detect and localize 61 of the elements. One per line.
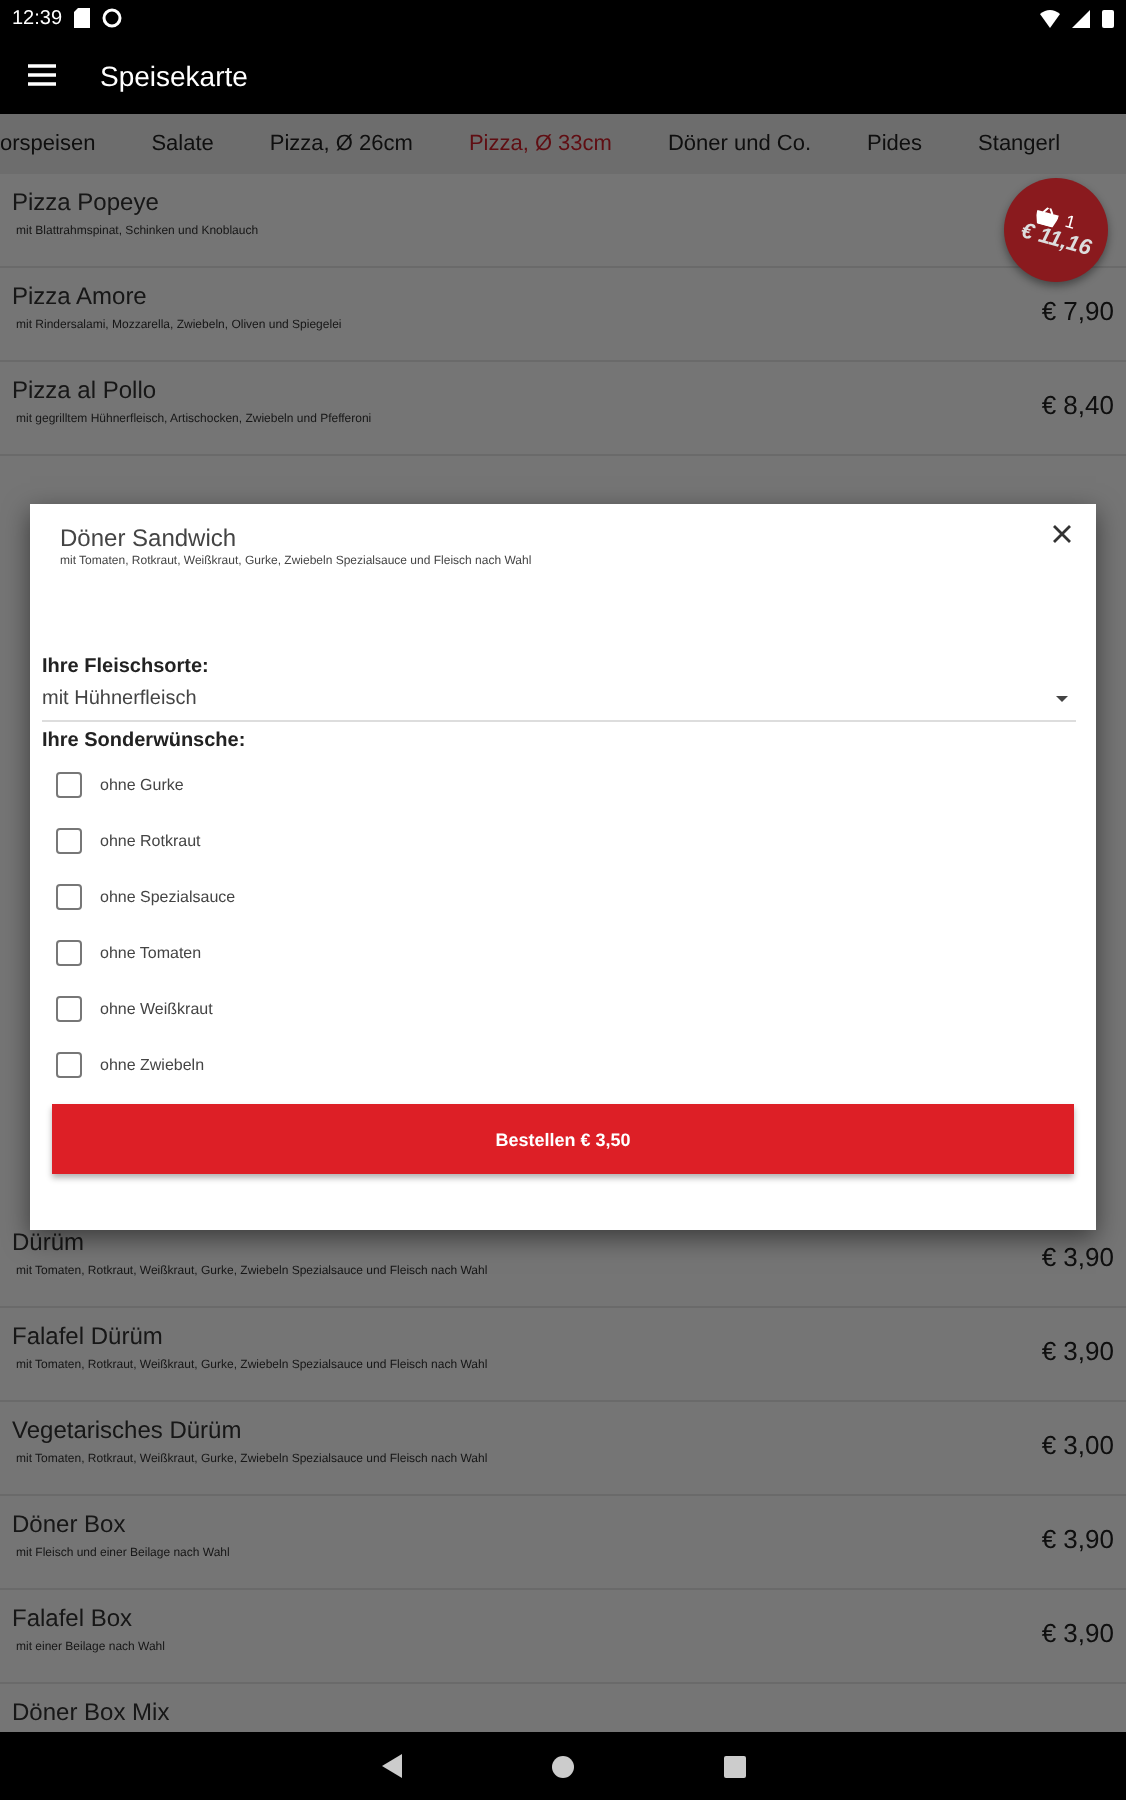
dish-name: Falafel Dürüm <box>12 1322 165 1350</box>
basket-icon <box>1034 204 1061 228</box>
checkbox[interactable] <box>56 883 82 909</box>
extra-option[interactable]: ohne Zwiebeln <box>42 1036 1076 1092</box>
dialog-title: Döner Sandwich <box>60 524 239 552</box>
wifi-icon <box>1040 9 1060 27</box>
menu-icon[interactable] <box>28 64 56 86</box>
category-tab[interactable]: Salate <box>123 132 242 156</box>
category-tab[interactable]: Stangerl <box>950 132 1089 156</box>
category-tab[interactable]: Pizza, Ø 33cm <box>440 132 640 156</box>
extra-option[interactable]: ohne Spezialsauce <box>42 868 1076 924</box>
checkbox[interactable] <box>56 939 82 965</box>
dish-name: Döner Box <box>12 1510 128 1538</box>
dish-name: Pizza Amore <box>12 282 149 310</box>
status-time: 12:39 <box>12 7 63 29</box>
dish-price: € 3,00 <box>1041 1430 1114 1460</box>
meat-label: Ihre Fleischsorte: <box>42 656 211 678</box>
category-tab[interactable]: Döner und Co. <box>639 132 840 156</box>
home-icon[interactable] <box>551 1755 573 1777</box>
back-icon[interactable] <box>381 1754 401 1778</box>
dish-name: Vegetarisches Dürüm <box>12 1416 244 1444</box>
checkbox[interactable] <box>56 1051 82 1077</box>
checkbox[interactable] <box>56 995 82 1021</box>
option-label: ohne Weißkraut <box>100 999 213 1017</box>
dish-name: Falafel Box <box>12 1604 135 1632</box>
dish-name: Dürüm <box>12 1228 87 1256</box>
dish-price: € 7,90 <box>1041 296 1114 326</box>
dish-price: € 3,90 <box>1041 1618 1114 1648</box>
dropdown-caret-icon <box>1056 696 1068 702</box>
battery-icon <box>1102 8 1114 28</box>
cart-count: 1 <box>1063 210 1078 233</box>
option-label: ohne Spezialsauce <box>100 887 236 905</box>
category-tab[interactable]: Pizza, Ø 26cm <box>241 132 441 156</box>
checkbox[interactable] <box>56 771 82 797</box>
option-label: ohne Tomaten <box>100 943 202 961</box>
extra-option[interactable]: ohne Tomaten <box>42 924 1076 980</box>
category-tab[interactable]: orspeisen <box>0 132 124 156</box>
recents-icon[interactable] <box>723 1755 745 1777</box>
option-label: ohne Zwiebeln <box>100 1055 205 1073</box>
meat-select[interactable]: mit Hühnerfleisch <box>42 678 1076 722</box>
extra-option[interactable]: ohne Rotkraut <box>42 812 1076 868</box>
extra-option[interactable]: ohne Gurke <box>42 756 1076 812</box>
dish-price: € 8,40 <box>1041 390 1114 420</box>
dish-name: Döner Box Mix <box>12 1698 170 1726</box>
close-button[interactable] <box>1052 524 1072 544</box>
category-tab[interactable]: Pides <box>839 132 951 156</box>
dish-price: € 3,90 <box>1041 1242 1114 1272</box>
dish-price: € 3,90 <box>1041 1336 1114 1366</box>
extras-label: Ihre Sonderwünsche: <box>42 730 248 752</box>
checkbox[interactable] <box>56 827 82 853</box>
option-label: ohne Gurke <box>100 775 184 793</box>
sd-card-icon <box>74 8 91 28</box>
dish-price: € 3,90 <box>1041 1524 1114 1554</box>
option-label: ohne Rotkraut <box>100 831 201 849</box>
order-button[interactable]: Bestellen € 3,50 <box>52 1104 1074 1174</box>
cart-badge[interactable]: 1 € 11,16 <box>1004 178 1108 282</box>
app-title: Speisekarte <box>100 59 248 91</box>
extra-option[interactable]: ohne Weißkraut <box>42 980 1076 1036</box>
dish-name: Pizza al Pollo <box>12 376 159 404</box>
dish-name: Pizza Popeye <box>12 188 161 216</box>
signal-icon <box>1072 9 1090 27</box>
